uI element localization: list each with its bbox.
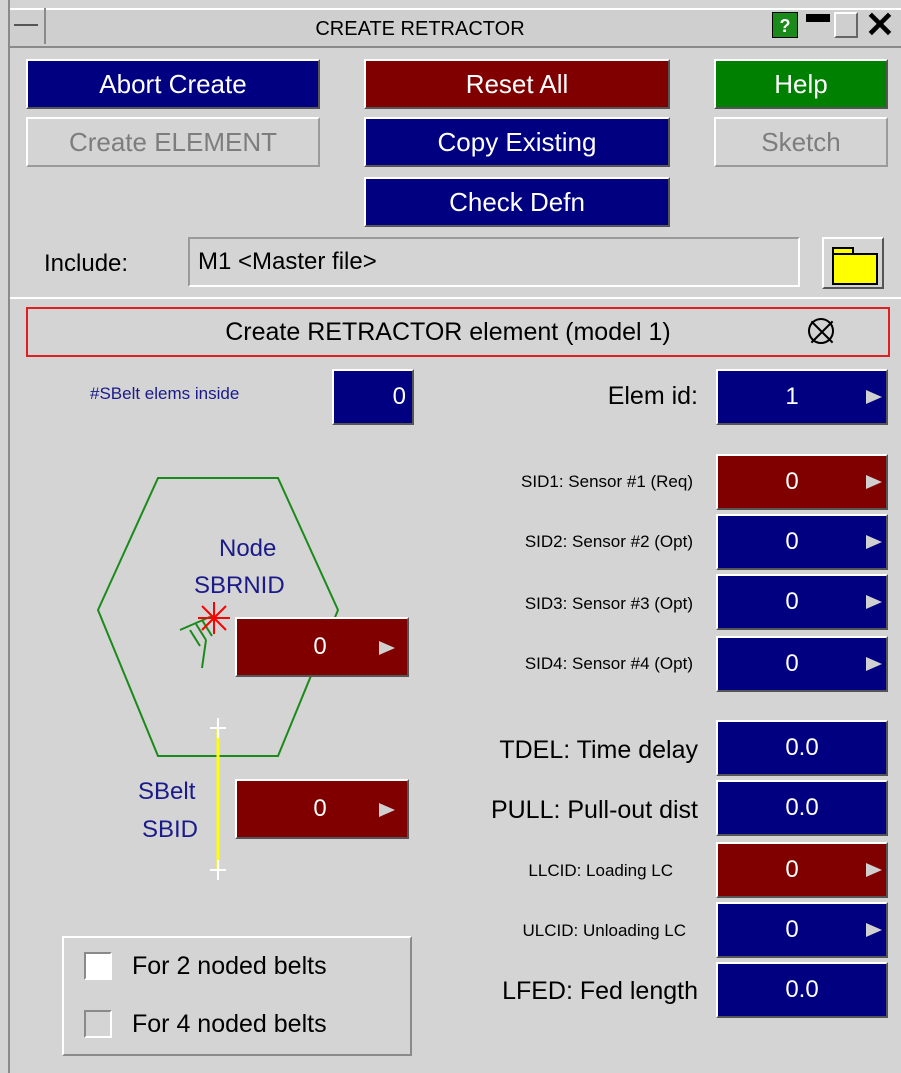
- pick-arrow-icon[interactable]: [866, 863, 882, 877]
- four-noded-label: For 4 noded belts: [132, 1010, 327, 1038]
- sbelt-elems-inside-label: #SBelt elems inside: [90, 384, 240, 403]
- llcid-label: LLCID: Loading LC: [528, 861, 673, 880]
- pick-arrow-icon[interactable]: [866, 595, 882, 609]
- sbrnid-field[interactable]: 0: [235, 617, 409, 677]
- sid2-field[interactable]: 0: [716, 514, 888, 570]
- sid2-label: SID2: Sensor #2 (Opt): [524, 532, 693, 551]
- separator: [10, 297, 901, 299]
- include-field[interactable]: M1 <Master file>: [188, 237, 800, 287]
- pick-arrow-icon[interactable]: [866, 923, 882, 937]
- elem-id-label: Elem id:: [607, 382, 698, 410]
- system-menu-button[interactable]: [10, 8, 46, 44]
- sbelt-label: SBelt: [138, 778, 196, 805]
- pick-arrow-icon[interactable]: [866, 657, 882, 671]
- lfed-field[interactable]: 0.0: [716, 962, 888, 1018]
- pick-arrow-icon[interactable]: [866, 535, 882, 549]
- tdel-label: TDEL: Time delay: [499, 736, 698, 764]
- help-button[interactable]: Help: [714, 59, 888, 109]
- sbid-value: 0: [313, 795, 327, 822]
- sid3-field[interactable]: 0: [716, 574, 888, 630]
- sbid-field[interactable]: 0: [235, 779, 409, 839]
- maximize-icon[interactable]: [834, 12, 858, 38]
- window-title: CREATE RETRACTOR: [315, 18, 525, 40]
- sid1-label: SID1: Sensor #1 (Req): [521, 472, 693, 491]
- pull-field[interactable]: 0.0: [716, 780, 888, 836]
- panel-heading-text: Create RETRACTOR element (model 1): [225, 318, 671, 346]
- sid2-value: 0: [785, 528, 799, 555]
- sbrnid-label: SBRNID: [194, 572, 285, 599]
- elem-id-field[interactable]: 1: [716, 369, 888, 425]
- sid4-label: SID4: Sensor #4 (Opt): [524, 654, 693, 673]
- two-noded-checkbox[interactable]: [84, 952, 112, 980]
- node-marker-icon: [198, 602, 230, 634]
- ulcid-field[interactable]: 0: [716, 902, 888, 958]
- window-frame: [8, 0, 10, 1073]
- pull-label: PULL: Pull-out dist: [490, 796, 698, 824]
- elem-id-value: 1: [785, 383, 799, 410]
- ulcid-value: 0: [785, 916, 799, 943]
- minimize-icon[interactable]: [806, 14, 830, 22]
- panel-heading: Create RETRACTOR element (model 1): [26, 307, 890, 357]
- include-label: Include:: [44, 250, 129, 277]
- sbid-label: SBID: [142, 816, 199, 843]
- abort-create-button[interactable]: Abort Create: [26, 59, 320, 109]
- pick-arrow-icon[interactable]: [379, 641, 395, 655]
- llcid-value: 0: [785, 856, 799, 883]
- help-question-button[interactable]: ?: [772, 12, 798, 38]
- pick-arrow-icon[interactable]: [866, 475, 882, 489]
- sbrnid-value: 0: [313, 633, 327, 660]
- ulcid-label: ULCID: Unloading LC: [522, 921, 686, 940]
- sketch-button[interactable]: Sketch: [714, 117, 888, 167]
- copy-existing-button[interactable]: Copy Existing: [364, 117, 670, 167]
- close-icon[interactable]: ✕: [862, 7, 898, 44]
- title-bar[interactable]: CREATE RETRACTOR: [10, 8, 901, 48]
- bomb-icon[interactable]: [808, 318, 834, 344]
- create-retractor-window: CREATE RETRACTOR ? ✕ Abort Create Reset …: [0, 0, 901, 1073]
- menu-dash-icon: [14, 24, 38, 26]
- sid1-value: 0: [785, 468, 799, 495]
- sid3-value: 0: [785, 588, 799, 615]
- node-label: Node: [219, 535, 277, 562]
- pick-arrow-icon[interactable]: [866, 390, 882, 404]
- sid3-label: SID3: Sensor #3 (Opt): [524, 594, 693, 613]
- four-noded-checkbox[interactable]: [84, 1010, 112, 1038]
- create-element-button[interactable]: Create ELEMENT: [26, 117, 320, 167]
- sid1-field[interactable]: 0: [716, 454, 888, 510]
- folder-button[interactable]: [822, 237, 884, 289]
- llcid-field[interactable]: 0: [716, 842, 888, 898]
- two-noded-label: For 2 noded belts: [132, 952, 327, 980]
- lfed-label: LFED: Fed length: [502, 977, 698, 1005]
- folder-icon: [832, 253, 878, 285]
- sid4-value: 0: [785, 650, 799, 677]
- reset-all-button[interactable]: Reset All: [364, 59, 670, 109]
- sid4-field[interactable]: 0: [716, 636, 888, 692]
- tdel-field[interactable]: 0.0: [716, 720, 888, 776]
- pick-arrow-icon[interactable]: [379, 803, 395, 817]
- check-defn-button[interactable]: Check Defn: [364, 177, 670, 227]
